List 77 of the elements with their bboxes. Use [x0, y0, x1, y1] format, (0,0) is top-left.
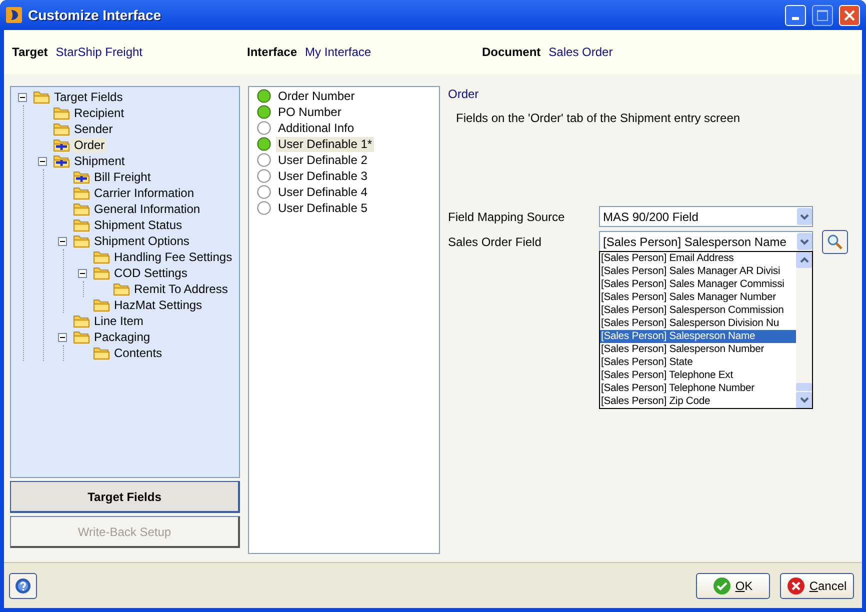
field-item[interactable]: User Definable 4 [276, 184, 370, 200]
tree-item[interactable]: Order [72, 138, 107, 152]
section-heading: Order [448, 87, 480, 101]
tree-item[interactable]: Line Item [92, 314, 146, 328]
tree-item[interactable]: Bill Freight [92, 170, 153, 184]
section-description: Fields on the 'Order' tab of the Shipment entry screen [456, 111, 742, 125]
ok-button[interactable]: OK [696, 572, 770, 598]
maximize-button[interactable] [812, 4, 833, 26]
field-item[interactable]: User Definable 2 [276, 152, 370, 168]
field-label: Sales Order Field [448, 234, 542, 248]
field-item[interactable]: User Definable 1* [276, 136, 374, 152]
header-value: StarShip Freight [56, 45, 143, 59]
tree-item[interactable]: Shipment Status [92, 218, 184, 232]
collapse-toggle[interactable] [78, 268, 87, 278]
search-icon [827, 234, 843, 250]
dropdown-option[interactable]: [Sales Person] Email Address [600, 252, 796, 265]
collapse-toggle[interactable] [38, 156, 47, 166]
minimize-button[interactable] [785, 4, 806, 26]
help-button[interactable] [9, 572, 37, 598]
help-icon [15, 578, 31, 594]
field-item[interactable]: Additional Info [276, 120, 356, 136]
dropdown-option[interactable]: [Sales Person] Salesperson Name [600, 330, 796, 343]
tree-item[interactable]: Contents [112, 346, 164, 360]
dropdown-option[interactable]: [Sales Person] Sales Manager Number [600, 291, 796, 304]
cancel-icon [787, 576, 806, 594]
nav-button[interactable]: Target Fields [10, 481, 240, 513]
tree-item[interactable]: General Information [92, 202, 202, 216]
chevron-down-icon [800, 397, 808, 403]
dropdown-option[interactable]: [Sales Person] Salesperson Number [600, 343, 796, 356]
header-label: Document [482, 45, 541, 59]
header-value: My Interface [305, 45, 372, 59]
minimize-icon [792, 16, 799, 20]
tree-item[interactable]: Shipment [72, 154, 127, 168]
tree-item[interactable]: Handling Fee Settings [112, 250, 234, 264]
close-icon [844, 10, 855, 20]
chevron-down-icon [800, 214, 809, 220]
chevron-up-icon [800, 257, 808, 263]
tree-item[interactable]: Remit To Address [132, 282, 230, 296]
header-label: Interface [247, 45, 298, 59]
dropdown-option[interactable]: [Sales Person] Sales Manager AR Divisi [600, 265, 796, 278]
field-item[interactable]: User Definable 5 [276, 200, 370, 216]
scrollbar[interactable] [796, 252, 812, 408]
collapse-toggle[interactable] [18, 92, 27, 102]
header-value: Sales Order [548, 45, 613, 59]
header-label: Target [12, 45, 48, 59]
search-button[interactable] [822, 230, 848, 254]
app-icon [6, 7, 22, 23]
close-button[interactable] [839, 4, 860, 26]
collapse-toggle[interactable] [58, 332, 67, 342]
dropdown-option[interactable]: [Sales Person] Salesperson Commission [600, 304, 796, 317]
tree-item[interactable]: COD Settings [112, 266, 190, 280]
tree-item[interactable]: Carrier Information [92, 186, 196, 200]
field-item[interactable]: Order Number [276, 88, 357, 104]
tree-item[interactable]: Target Fields [52, 90, 125, 104]
cancel-button[interactable]: Cancel [780, 572, 854, 598]
tree-item[interactable]: Shipment Options [92, 234, 192, 248]
dropdown-option[interactable]: [Sales Person] Telephone Number [600, 382, 796, 395]
field-item[interactable]: User Definable 3 [276, 168, 370, 184]
window-title: Customize Interface [28, 7, 162, 23]
field-item[interactable]: PO Number [276, 104, 344, 120]
maximize-icon [817, 10, 828, 20]
field-label: Field Mapping Source [448, 210, 566, 224]
dropdown-option[interactable]: [Sales Person] Telephone Ext [600, 369, 796, 382]
tree-item[interactable]: Packaging [92, 330, 152, 344]
mapping-source-dropdown[interactable]: MAS 90/200 Field [599, 206, 813, 227]
dropdown-option[interactable]: [Sales Person] Sales Manager Commissi [600, 278, 796, 291]
dropdown-option[interactable]: [Sales Person] Zip Code [600, 395, 796, 408]
collapse-toggle[interactable] [58, 236, 67, 246]
dropdown-option[interactable]: [Sales Person] Salesperson Division Nu [600, 317, 796, 330]
tree-item[interactable]: HazMat Settings [112, 298, 204, 312]
tree-item[interactable]: Sender [72, 122, 115, 136]
dropdown-option[interactable]: [Sales Person] State [600, 356, 796, 369]
scrollbar-thumb[interactable] [796, 383, 812, 391]
sales-order-field-dropdown[interactable]: [Sales Person] Salesperson Name [599, 231, 813, 252]
checkmark-icon [713, 576, 732, 594]
chevron-down-icon [800, 238, 809, 244]
tree-item[interactable]: Recipient [72, 106, 126, 120]
